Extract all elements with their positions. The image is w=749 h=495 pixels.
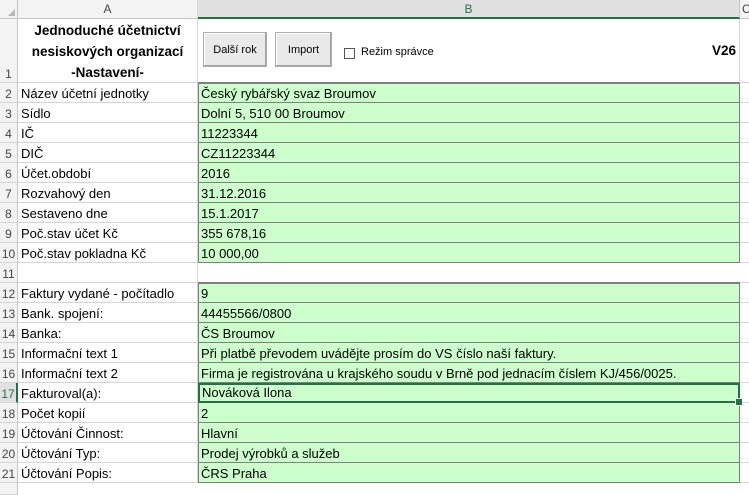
- row-header-partial[interactable]: [0, 483, 18, 495]
- cell-c-5[interactable]: [740, 143, 749, 163]
- cell-a-3[interactable]: Sídlo: [18, 103, 198, 123]
- row-header-16[interactable]: 16: [0, 363, 18, 383]
- column-header-c[interactable]: C: [740, 0, 749, 19]
- cell-a-8[interactable]: Sestaveno dne: [18, 203, 198, 223]
- cell-b-20[interactable]: Prodej výrobků a služeb: [198, 443, 740, 463]
- cell-c-12[interactable]: [740, 283, 749, 303]
- row-header-15[interactable]: 15: [0, 343, 18, 363]
- cell-b-21[interactable]: ČRS Praha: [198, 463, 740, 483]
- cell-a-21[interactable]: Účtování Popis:: [18, 463, 198, 483]
- cell-c-2[interactable]: [740, 83, 749, 103]
- cell-a-4[interactable]: IČ: [18, 123, 198, 143]
- cell-c-4[interactable]: [740, 123, 749, 143]
- controls-cell: Další rok Import Režim správce V26: [198, 19, 740, 83]
- cell-c-21[interactable]: [740, 463, 749, 483]
- cell-c-16[interactable]: [740, 363, 749, 383]
- cell-a-11[interactable]: [18, 263, 198, 283]
- fill-handle[interactable]: [735, 398, 743, 406]
- cell-c-7[interactable]: [740, 183, 749, 203]
- cell-b-17[interactable]: Nováková Ilona: [198, 383, 740, 403]
- cell-b-9[interactable]: 355 678,16: [198, 223, 740, 243]
- cell-c-18[interactable]: [740, 403, 749, 423]
- cell-c-3[interactable]: [740, 103, 749, 123]
- cell-b-13[interactable]: 44455566/0800: [198, 303, 740, 323]
- cell-b-5[interactable]: CZ11223344: [198, 143, 740, 163]
- row-header-11[interactable]: 11: [0, 263, 18, 283]
- cell-c-11[interactable]: [740, 263, 749, 283]
- column-header-a[interactable]: A: [18, 0, 198, 19]
- cell-b-11[interactable]: [198, 263, 740, 283]
- admin-mode-checkbox[interactable]: [344, 48, 355, 59]
- cell-a-17[interactable]: Fakturoval(a):: [18, 383, 198, 403]
- cell-a-12[interactable]: Faktury vydané - počítadlo: [18, 283, 198, 303]
- cell-a-2[interactable]: Název účetní jednotky: [18, 83, 198, 103]
- cell-a-14[interactable]: Banka:: [18, 323, 198, 343]
- cell-b-15[interactable]: Při platbě převodem uvádějte prosím do V…: [198, 343, 740, 363]
- row-header-3[interactable]: 3: [0, 103, 18, 123]
- cell-c-14[interactable]: [740, 323, 749, 343]
- cell-a-19[interactable]: Účtování Činnost:: [18, 423, 198, 443]
- row-header-19[interactable]: 19: [0, 423, 18, 443]
- cell-a-7[interactable]: Rozvahový den: [18, 183, 198, 203]
- row-header-20[interactable]: 20: [0, 443, 18, 463]
- cell-a-5[interactable]: DIČ: [18, 143, 198, 163]
- cell-b-6[interactable]: 2016: [198, 163, 740, 183]
- cell-b-4[interactable]: 11223344: [198, 123, 740, 143]
- row-header-2[interactable]: 2: [0, 83, 18, 103]
- row-header-8[interactable]: 8: [0, 203, 18, 223]
- row-header-7[interactable]: 7: [0, 183, 18, 203]
- title-line-1: Jednoduché účetnictví: [34, 23, 181, 38]
- cell-b-12[interactable]: 9: [198, 283, 740, 303]
- cell-a-6[interactable]: Účet.období: [18, 163, 198, 183]
- cell-b-19[interactable]: Hlavní: [198, 423, 740, 443]
- row-header-13[interactable]: 13: [0, 303, 18, 323]
- cell-a-13[interactable]: Bank. spojení:: [18, 303, 198, 323]
- cell-c-20[interactable]: [740, 443, 749, 463]
- cell-a-15[interactable]: Informační text 1: [18, 343, 198, 363]
- cell-a-18[interactable]: Počet kopií: [18, 403, 198, 423]
- cell-c-1[interactable]: [740, 19, 749, 83]
- cell-b-16[interactable]: Firma je registrována u krajského soudu …: [198, 363, 740, 383]
- cell-b-18[interactable]: 2: [198, 403, 740, 423]
- row-header-9[interactable]: 9: [0, 223, 18, 243]
- import-button[interactable]: Import: [275, 32, 332, 67]
- row-header-18[interactable]: 18: [0, 403, 18, 423]
- row-header-12[interactable]: 12: [0, 283, 18, 303]
- row-header-14[interactable]: 14: [0, 323, 18, 343]
- row-header-4[interactable]: 4: [0, 123, 18, 143]
- cell-b-2[interactable]: Český rybářský svaz Broumov: [198, 83, 740, 103]
- cell-b-7[interactable]: 31.12.2016: [198, 183, 740, 203]
- row-header-6[interactable]: 6: [0, 163, 18, 183]
- admin-mode-label[interactable]: Režim správce: [361, 46, 434, 58]
- select-all-corner[interactable]: [0, 0, 18, 19]
- column-header-b[interactable]: B: [198, 0, 740, 19]
- title-line-2: nesiskových organizací: [31, 44, 184, 59]
- cell-c-8[interactable]: [740, 203, 749, 223]
- row-header-5[interactable]: 5: [0, 143, 18, 163]
- cell-c-6[interactable]: [740, 163, 749, 183]
- cell-b-14[interactable]: ČS Broumov: [198, 323, 740, 343]
- cell-b-3[interactable]: Dolní 5, 510 00 Broumov: [198, 103, 740, 123]
- cell-c-13[interactable]: [740, 303, 749, 323]
- cell-a-20[interactable]: Účtování Typ:: [18, 443, 198, 463]
- cell-a-16[interactable]: Informační text 2: [18, 363, 198, 383]
- row-header-21[interactable]: 21: [0, 463, 18, 483]
- cell-c-10[interactable]: [740, 243, 749, 263]
- version-label: V26: [711, 43, 736, 58]
- cell-c-9[interactable]: [740, 223, 749, 243]
- title-line-3: -Nastavení-: [71, 65, 144, 80]
- row-header-1[interactable]: 1: [0, 19, 18, 83]
- spreadsheet: A B C 1 Jednoduché účetnictví nesiskovýc…: [0, 0, 749, 495]
- cell-b-8[interactable]: 15.1.2017: [198, 203, 740, 223]
- cell-c-15[interactable]: [740, 343, 749, 363]
- cell-a-10[interactable]: Poč.stav pokladna Kč: [18, 243, 198, 263]
- sheet-title: Jednoduché účetnictví nesiskových organi…: [18, 19, 198, 83]
- next-year-button[interactable]: Další rok: [203, 32, 267, 67]
- cell-c-19[interactable]: [740, 423, 749, 443]
- row-header-10[interactable]: 10: [0, 243, 18, 263]
- cell-a-9[interactable]: Poč.stav účet Kč: [18, 223, 198, 243]
- cell-b-10[interactable]: 10 000,00: [198, 243, 740, 263]
- row-header-17[interactable]: 17: [0, 383, 18, 403]
